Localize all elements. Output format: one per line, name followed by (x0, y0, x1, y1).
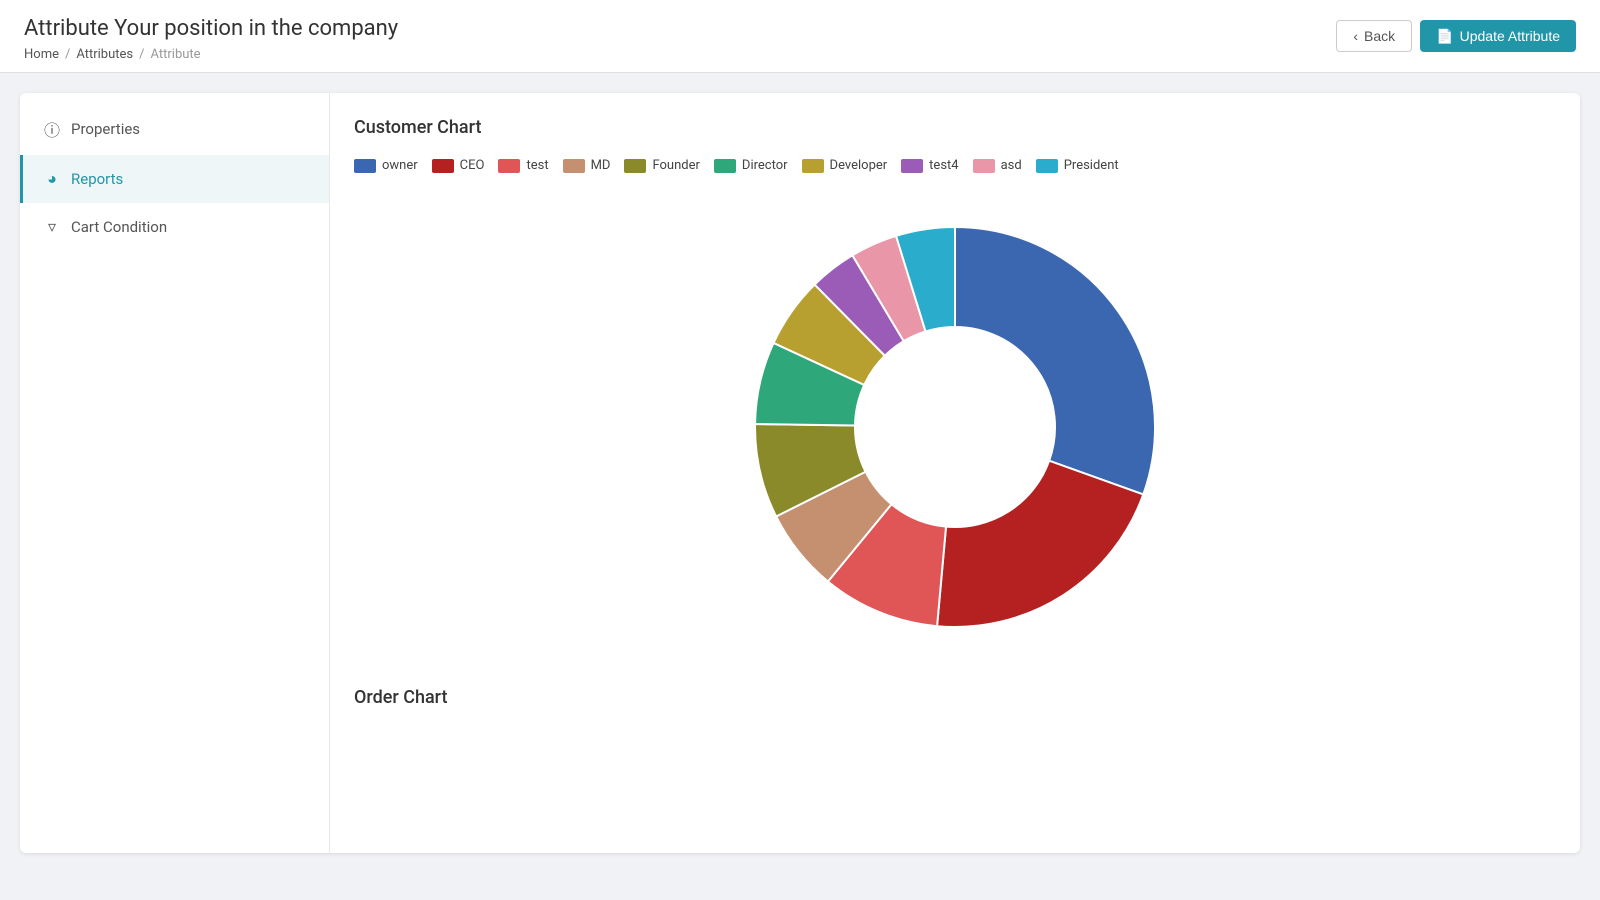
info-icon: ⓘ (43, 117, 61, 141)
donut-chart (725, 197, 1185, 657)
legend-item: Developer (802, 158, 888, 173)
reports-icon: ◕ (43, 169, 61, 189)
legend-color-swatch (1036, 159, 1058, 173)
back-button[interactable]: ‹ Back (1336, 20, 1412, 52)
legend-color-swatch (354, 159, 376, 173)
legend-color-swatch (624, 159, 646, 173)
sidebar-item-cart-condition[interactable]: ▿ Cart Condition (20, 203, 329, 250)
legend-label: asd (1001, 158, 1022, 173)
customer-chart-title: Customer Chart (354, 117, 1556, 138)
legend-item: owner (354, 158, 418, 173)
sidebar-item-reports[interactable]: ◕ Reports (20, 155, 329, 203)
legend-color-swatch (432, 159, 454, 173)
legend-label: Founder (652, 158, 699, 173)
legend-label: Director (742, 158, 788, 173)
legend-label: Developer (830, 158, 888, 173)
legend-item: Founder (624, 158, 699, 173)
order-chart-title: Order Chart (354, 687, 1556, 708)
chart-legend: owner CEO test MD Founder Director Developer te… (354, 158, 1556, 173)
legend-item: test (498, 158, 548, 173)
breadcrumb-attributes[interactable]: Attributes (76, 47, 133, 62)
legend-color-swatch (563, 159, 585, 173)
legend-item: CEO (432, 158, 485, 173)
legend-item: President (1036, 158, 1119, 173)
legend-color-swatch (714, 159, 736, 173)
donut-center (855, 327, 1055, 527)
legend-color-swatch (498, 159, 520, 173)
breadcrumb-current: Attribute (151, 47, 201, 62)
main-content: Customer Chart owner CEO test MD Founder Dire… (330, 93, 1580, 853)
legend-item: Director (714, 158, 788, 173)
legend-label: CEO (460, 158, 485, 173)
sidebar: ⓘ Properties ◕ Reports ▿ Cart Condition (20, 93, 330, 853)
update-icon: 📄 (1436, 28, 1453, 45)
update-attribute-button[interactable]: 📄 Update Attribute (1420, 20, 1576, 52)
legend-label: President (1064, 158, 1119, 173)
donut-chart-container (354, 197, 1556, 657)
legend-label: test (526, 158, 548, 173)
filter-icon: ▿ (43, 217, 61, 236)
legend-color-swatch (901, 159, 923, 173)
legend-label: test4 (929, 158, 958, 173)
legend-color-swatch (802, 159, 824, 173)
sidebar-item-properties[interactable]: ⓘ Properties (20, 103, 329, 155)
breadcrumb-home[interactable]: Home (24, 47, 59, 62)
legend-item: asd (973, 158, 1022, 173)
legend-label: owner (382, 158, 418, 173)
back-chevron-icon: ‹ (1353, 28, 1358, 44)
legend-label: MD (591, 158, 611, 173)
legend-item: test4 (901, 158, 958, 173)
legend-color-swatch (973, 159, 995, 173)
legend-item: MD (563, 158, 611, 173)
